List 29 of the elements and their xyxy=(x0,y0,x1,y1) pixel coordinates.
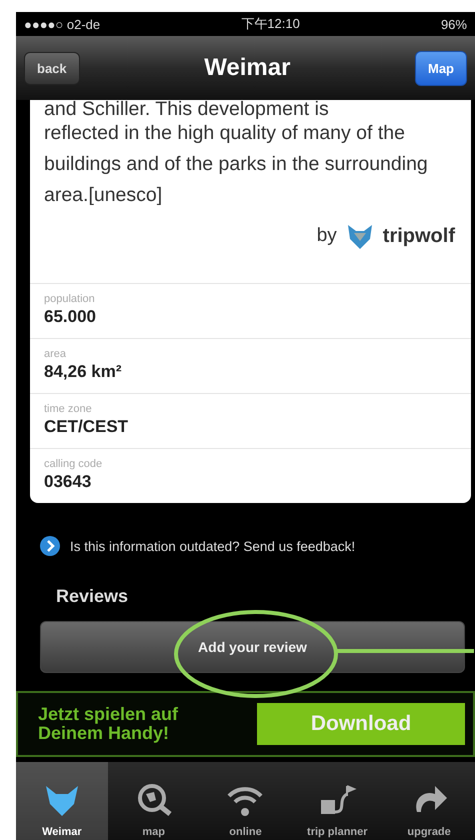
fact-value: 65.000 xyxy=(44,307,96,327)
fact-label: time zone xyxy=(44,403,92,415)
fact-value: 03643 xyxy=(44,472,92,492)
fact-label: population xyxy=(44,293,95,305)
fact-value: 84,26 km² xyxy=(44,362,122,382)
brand-text: tripwolf xyxy=(382,224,455,248)
nav-title: Weimar xyxy=(204,54,290,82)
back-button[interactable]: back xyxy=(24,52,80,84)
description-text: reflected in the high quality of many of the buildings and of the parks in the surrounding area.[unesco] xyxy=(43,121,429,208)
fact-value: CET/CEST xyxy=(44,417,128,437)
fact-label: area xyxy=(44,348,66,360)
carrier-text: ●●●●○ o2-de xyxy=(24,16,100,32)
fact-label: calling code xyxy=(44,458,102,470)
ad-text: Jetzt spielen auf Deinem Handy! xyxy=(38,705,180,743)
feedback-link[interactable]: Is this information outdated? Send us feedback! xyxy=(70,538,356,554)
tab[interactable]: online xyxy=(200,762,292,840)
chevron-circle-icon[interactable] xyxy=(40,536,60,556)
battery-text: 96% xyxy=(440,16,467,32)
tab[interactable]: map xyxy=(108,762,200,840)
add-review-button[interactable]: Add your review xyxy=(40,621,465,673)
ad-banner[interactable]: Jetzt spielen auf Deinem Handy! Download xyxy=(16,691,475,757)
credit-text: by xyxy=(316,225,337,247)
tab[interactable]: Weimar xyxy=(16,762,108,840)
clock-text: 下午12:10 xyxy=(241,15,300,33)
map-button[interactable]: Map xyxy=(415,50,467,86)
tab[interactable]: trip planner xyxy=(291,762,384,840)
description-text: and Schiller. This development is xyxy=(43,100,330,118)
tab[interactable]: upgrade xyxy=(383,762,475,840)
reviews-heading: Reviews xyxy=(56,586,128,607)
